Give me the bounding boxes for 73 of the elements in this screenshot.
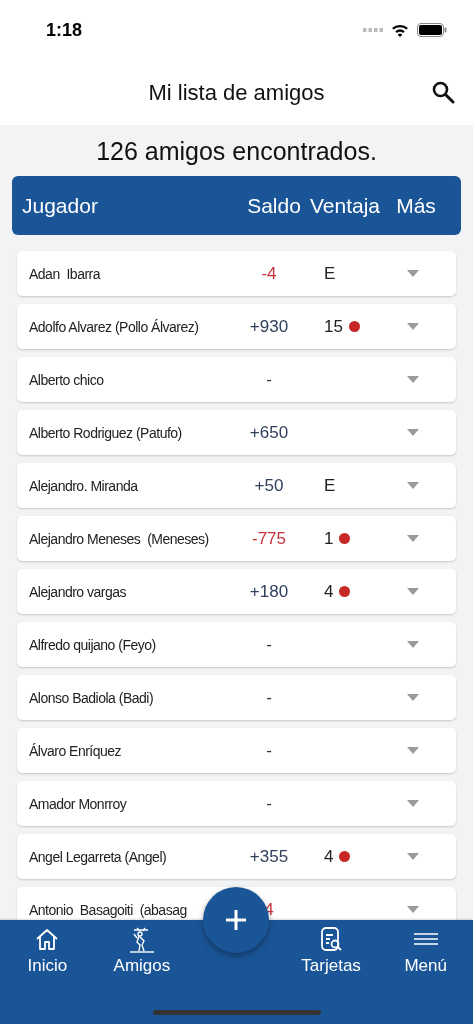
player-name: Alonso Badiola (Badi) — [29, 689, 154, 706]
advantage-value: 15 — [324, 316, 343, 337]
balance-value: +50 — [254, 475, 284, 496]
dropdown-caret-icon[interactable] — [407, 694, 419, 701]
plus-icon — [224, 908, 248, 932]
column-header: Jugador — [22, 193, 99, 218]
friend-row[interactable]: Alberto chico - — [17, 357, 456, 402]
column-header: Ventaja — [308, 193, 382, 218]
golfer-icon — [127, 926, 156, 954]
balance-value: - — [266, 634, 272, 655]
friend-row[interactable]: Alfredo quijano (Feyo) - — [17, 622, 456, 667]
balance-value: +355 — [249, 846, 289, 867]
column-header: Saldo — [246, 193, 302, 218]
friend-row[interactable]: Alejandro. Miranda +50 E — [17, 463, 456, 508]
balance-value: -775 — [252, 528, 286, 549]
balance-value: +180 — [249, 581, 289, 602]
friend-row[interactable]: Adolfo Alvarez (Pollo Álvarez) +930 15 — [17, 304, 456, 349]
balance-value: +930 — [249, 316, 289, 337]
player-name: Angel Legarreta (Angel) — [29, 848, 167, 865]
balance-value: +650 — [249, 422, 289, 443]
player-name: Alejandro. Miranda — [29, 477, 138, 494]
friend-row[interactable]: Alejandro vargas +180 4 — [17, 569, 456, 614]
dropdown-caret-icon[interactable] — [407, 323, 419, 330]
dropdown-caret-icon[interactable] — [407, 535, 419, 542]
friend-row[interactable]: Álvaro Enríquez - — [17, 728, 456, 773]
dropdown-caret-icon[interactable] — [407, 853, 419, 860]
dropdown-caret-icon[interactable] — [407, 588, 419, 595]
advantage-value: 1 — [324, 528, 334, 549]
player-name: Adan Ibarra — [29, 265, 101, 282]
balance-value: - — [266, 793, 272, 814]
friend-row[interactable]: Amador Monrroy - — [17, 781, 456, 826]
balance-value: - — [266, 369, 272, 390]
wifi-icon — [391, 23, 409, 37]
battery-icon — [417, 23, 447, 37]
nav-tab[interactable]: Menú — [378, 926, 473, 976]
player-name: Alejandro vargas — [29, 583, 127, 600]
advantage-value: 4 — [324, 581, 334, 602]
player-name: Amador Monrroy — [29, 795, 127, 812]
dropdown-caret-icon[interactable] — [407, 376, 419, 383]
advantage-value: E — [324, 263, 336, 284]
screen-title: Mi lista de amigos — [148, 79, 325, 106]
player-name: Alberto Rodriguez (Patufo) — [29, 424, 182, 441]
balance-value: -4 — [261, 263, 277, 284]
advantage-value: 4 — [324, 846, 334, 867]
result-count: 126 amigos encontrados. — [96, 136, 377, 167]
dropdown-caret-icon[interactable] — [407, 429, 419, 436]
nav-tab[interactable]: Tarjetas — [283, 926, 379, 976]
advantage-value: E — [324, 475, 336, 496]
player-name: Alejandro Meneses (Meneses) — [29, 530, 209, 547]
nav-tab[interactable]: Amigos — [94, 926, 190, 976]
search-icon[interactable] — [431, 80, 455, 104]
player-name: Alfredo quijano (Feyo) — [29, 636, 156, 653]
player-name: Adolfo Alvarez (Pollo Álvarez) — [29, 318, 199, 335]
friend-row[interactable]: Alonso Badiola (Badi) - — [17, 675, 456, 720]
dropdown-caret-icon[interactable] — [407, 906, 419, 913]
signal-icon — [363, 28, 383, 32]
clock: 1:18 — [46, 19, 83, 41]
player-name: Alberto chico — [29, 371, 104, 388]
friend-row[interactable]: Angel Legarreta (Angel) +355 4 — [17, 834, 456, 879]
dropdown-caret-icon[interactable] — [407, 270, 419, 277]
dropdown-caret-icon[interactable] — [407, 747, 419, 754]
friend-row[interactable]: Alejandro Meneses (Meneses) -775 1 — [17, 516, 456, 561]
column-header: Más — [395, 193, 437, 218]
balance-value: - — [266, 740, 272, 761]
player-name: Antonio Basagoiti (abasag — [29, 901, 187, 918]
dropdown-caret-icon[interactable] — [407, 482, 419, 489]
balance-value: - — [266, 687, 272, 708]
dropdown-caret-icon[interactable] — [407, 641, 419, 648]
nav-tab[interactable]: Inicio — [0, 926, 95, 976]
friend-row[interactable]: Adan Ibarra -4 E — [17, 251, 456, 296]
friend-row[interactable]: Alberto Rodriguez (Patufo) +650 — [17, 410, 456, 455]
player-name: Álvaro Enríquez — [29, 742, 122, 759]
dropdown-caret-icon[interactable] — [407, 800, 419, 807]
